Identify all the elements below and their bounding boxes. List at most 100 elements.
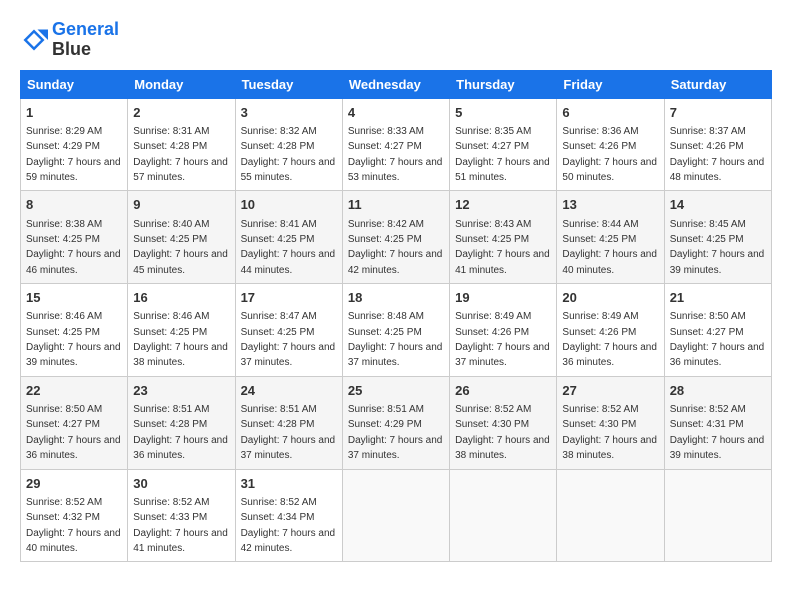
calendar-cell: 6 Sunrise: 8:36 AMSunset: 4:26 PMDayligh… — [557, 98, 664, 191]
calendar-cell: 7 Sunrise: 8:37 AMSunset: 4:26 PMDayligh… — [664, 98, 771, 191]
day-info: Sunrise: 8:36 AMSunset: 4:26 PMDaylight:… — [562, 126, 657, 183]
calendar-cell: 13 Sunrise: 8:44 AMSunset: 4:25 PMDaylig… — [557, 191, 664, 284]
calendar-header-saturday: Saturday — [664, 70, 771, 98]
day-info: Sunrise: 8:44 AMSunset: 4:25 PMDaylight:… — [562, 219, 657, 276]
day-info: Sunrise: 8:47 AMSunset: 4:25 PMDaylight:… — [241, 311, 336, 368]
calendar-cell: 9 Sunrise: 8:40 AMSunset: 4:25 PMDayligh… — [128, 191, 235, 284]
day-number: 15 — [26, 289, 122, 307]
day-info: Sunrise: 8:51 AMSunset: 4:28 PMDaylight:… — [241, 404, 336, 461]
calendar-cell — [664, 469, 771, 562]
day-info: Sunrise: 8:33 AMSunset: 4:27 PMDaylight:… — [348, 126, 443, 183]
day-number: 22 — [26, 382, 122, 400]
day-info: Sunrise: 8:38 AMSunset: 4:25 PMDaylight:… — [26, 219, 121, 276]
calendar-cell: 19 Sunrise: 8:49 AMSunset: 4:26 PMDaylig… — [450, 284, 557, 377]
calendar-cell: 16 Sunrise: 8:46 AMSunset: 4:25 PMDaylig… — [128, 284, 235, 377]
calendar-header-monday: Monday — [128, 70, 235, 98]
day-info: Sunrise: 8:52 AMSunset: 4:30 PMDaylight:… — [455, 404, 550, 461]
day-info: Sunrise: 8:45 AMSunset: 4:25 PMDaylight:… — [670, 219, 765, 276]
day-number: 8 — [26, 196, 122, 214]
calendar-cell: 23 Sunrise: 8:51 AMSunset: 4:28 PMDaylig… — [128, 376, 235, 469]
calendar-cell: 18 Sunrise: 8:48 AMSunset: 4:25 PMDaylig… — [342, 284, 449, 377]
calendar-cell: 3 Sunrise: 8:32 AMSunset: 4:28 PMDayligh… — [235, 98, 342, 191]
day-number: 19 — [455, 289, 551, 307]
day-info: Sunrise: 8:32 AMSunset: 4:28 PMDaylight:… — [241, 126, 336, 183]
day-info: Sunrise: 8:52 AMSunset: 4:32 PMDaylight:… — [26, 497, 121, 554]
calendar-cell: 10 Sunrise: 8:41 AMSunset: 4:25 PMDaylig… — [235, 191, 342, 284]
calendar-cell: 14 Sunrise: 8:45 AMSunset: 4:25 PMDaylig… — [664, 191, 771, 284]
logo: General Blue — [20, 20, 119, 60]
logo-text: General Blue — [52, 20, 119, 60]
day-info: Sunrise: 8:52 AMSunset: 4:34 PMDaylight:… — [241, 497, 336, 554]
calendar-cell: 15 Sunrise: 8:46 AMSunset: 4:25 PMDaylig… — [21, 284, 128, 377]
calendar-cell: 17 Sunrise: 8:47 AMSunset: 4:25 PMDaylig… — [235, 284, 342, 377]
day-info: Sunrise: 8:48 AMSunset: 4:25 PMDaylight:… — [348, 311, 443, 368]
day-info: Sunrise: 8:41 AMSunset: 4:25 PMDaylight:… — [241, 219, 336, 276]
calendar-cell: 24 Sunrise: 8:51 AMSunset: 4:28 PMDaylig… — [235, 376, 342, 469]
day-number: 24 — [241, 382, 337, 400]
day-number: 21 — [670, 289, 766, 307]
day-number: 28 — [670, 382, 766, 400]
day-info: Sunrise: 8:31 AMSunset: 4:28 PMDaylight:… — [133, 126, 228, 183]
calendar-header-sunday: Sunday — [21, 70, 128, 98]
calendar-week-row: 29 Sunrise: 8:52 AMSunset: 4:32 PMDaylig… — [21, 469, 772, 562]
day-number: 16 — [133, 289, 229, 307]
day-info: Sunrise: 8:35 AMSunset: 4:27 PMDaylight:… — [455, 126, 550, 183]
calendar-week-row: 1 Sunrise: 8:29 AMSunset: 4:29 PMDayligh… — [21, 98, 772, 191]
calendar-cell: 11 Sunrise: 8:42 AMSunset: 4:25 PMDaylig… — [342, 191, 449, 284]
calendar-cell: 26 Sunrise: 8:52 AMSunset: 4:30 PMDaylig… — [450, 376, 557, 469]
calendar-cell — [342, 469, 449, 562]
calendar-cell: 20 Sunrise: 8:49 AMSunset: 4:26 PMDaylig… — [557, 284, 664, 377]
day-number: 9 — [133, 196, 229, 214]
calendar-cell — [450, 469, 557, 562]
day-number: 14 — [670, 196, 766, 214]
day-number: 12 — [455, 196, 551, 214]
calendar-cell — [557, 469, 664, 562]
calendar-cell: 4 Sunrise: 8:33 AMSunset: 4:27 PMDayligh… — [342, 98, 449, 191]
day-number: 4 — [348, 104, 444, 122]
day-info: Sunrise: 8:50 AMSunset: 4:27 PMDaylight:… — [26, 404, 121, 461]
day-info: Sunrise: 8:51 AMSunset: 4:29 PMDaylight:… — [348, 404, 443, 461]
calendar-week-row: 8 Sunrise: 8:38 AMSunset: 4:25 PMDayligh… — [21, 191, 772, 284]
calendar-cell: 12 Sunrise: 8:43 AMSunset: 4:25 PMDaylig… — [450, 191, 557, 284]
day-number: 1 — [26, 104, 122, 122]
day-info: Sunrise: 8:52 AMSunset: 4:33 PMDaylight:… — [133, 497, 228, 554]
calendar-cell: 22 Sunrise: 8:50 AMSunset: 4:27 PMDaylig… — [21, 376, 128, 469]
day-info: Sunrise: 8:42 AMSunset: 4:25 PMDaylight:… — [348, 219, 443, 276]
calendar-cell: 28 Sunrise: 8:52 AMSunset: 4:31 PMDaylig… — [664, 376, 771, 469]
day-info: Sunrise: 8:52 AMSunset: 4:30 PMDaylight:… — [562, 404, 657, 461]
day-number: 30 — [133, 475, 229, 493]
day-number: 6 — [562, 104, 658, 122]
day-info: Sunrise: 8:46 AMSunset: 4:25 PMDaylight:… — [133, 311, 228, 368]
day-info: Sunrise: 8:46 AMSunset: 4:25 PMDaylight:… — [26, 311, 121, 368]
day-number: 7 — [670, 104, 766, 122]
day-info: Sunrise: 8:37 AMSunset: 4:26 PMDaylight:… — [670, 126, 765, 183]
day-info: Sunrise: 8:49 AMSunset: 4:26 PMDaylight:… — [455, 311, 550, 368]
day-number: 3 — [241, 104, 337, 122]
day-number: 25 — [348, 382, 444, 400]
calendar-cell: 29 Sunrise: 8:52 AMSunset: 4:32 PMDaylig… — [21, 469, 128, 562]
day-info: Sunrise: 8:50 AMSunset: 4:27 PMDaylight:… — [670, 311, 765, 368]
day-number: 20 — [562, 289, 658, 307]
calendar-cell: 21 Sunrise: 8:50 AMSunset: 4:27 PMDaylig… — [664, 284, 771, 377]
day-number: 13 — [562, 196, 658, 214]
day-number: 10 — [241, 196, 337, 214]
calendar-header-row: SundayMondayTuesdayWednesdayThursdayFrid… — [21, 70, 772, 98]
calendar-cell: 30 Sunrise: 8:52 AMSunset: 4:33 PMDaylig… — [128, 469, 235, 562]
day-number: 27 — [562, 382, 658, 400]
day-number: 5 — [455, 104, 551, 122]
page-header: General Blue — [20, 20, 772, 60]
day-info: Sunrise: 8:40 AMSunset: 4:25 PMDaylight:… — [133, 219, 228, 276]
day-number: 26 — [455, 382, 551, 400]
day-number: 17 — [241, 289, 337, 307]
calendar-cell: 8 Sunrise: 8:38 AMSunset: 4:25 PMDayligh… — [21, 191, 128, 284]
day-info: Sunrise: 8:52 AMSunset: 4:31 PMDaylight:… — [670, 404, 765, 461]
day-number: 2 — [133, 104, 229, 122]
day-info: Sunrise: 8:43 AMSunset: 4:25 PMDaylight:… — [455, 219, 550, 276]
day-number: 11 — [348, 196, 444, 214]
calendar-header-thursday: Thursday — [450, 70, 557, 98]
day-info: Sunrise: 8:51 AMSunset: 4:28 PMDaylight:… — [133, 404, 228, 461]
calendar-cell: 27 Sunrise: 8:52 AMSunset: 4:30 PMDaylig… — [557, 376, 664, 469]
day-info: Sunrise: 8:29 AMSunset: 4:29 PMDaylight:… — [26, 126, 121, 183]
calendar-cell: 5 Sunrise: 8:35 AMSunset: 4:27 PMDayligh… — [450, 98, 557, 191]
calendar-table: SundayMondayTuesdayWednesdayThursdayFrid… — [20, 70, 772, 563]
